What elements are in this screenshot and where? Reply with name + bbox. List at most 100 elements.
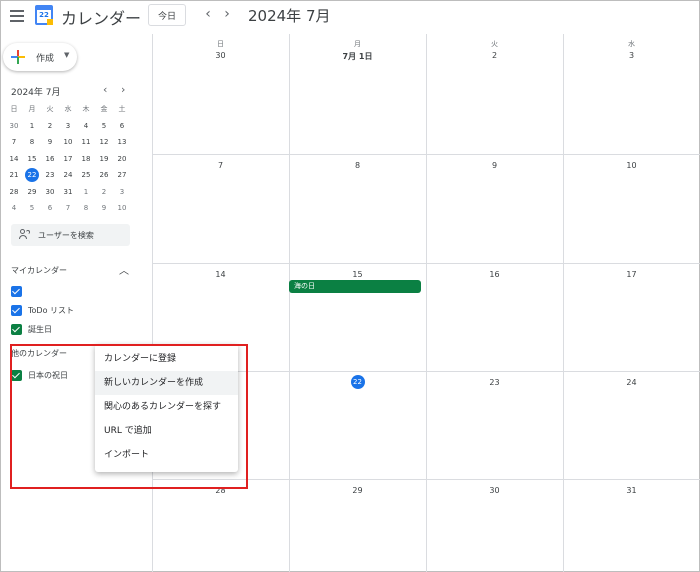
- create-button[interactable]: 作成 ▼: [3, 43, 77, 71]
- mini-day[interactable]: 4: [5, 200, 23, 217]
- mini-day[interactable]: 4: [77, 118, 95, 135]
- current-month-title: 2024年 7月: [248, 7, 331, 25]
- mini-weekday-label: 日: [10, 105, 18, 113]
- mini-day[interactable]: 10: [59, 134, 77, 151]
- mini-day[interactable]: 25: [77, 167, 95, 184]
- mini-day[interactable]: 3: [59, 118, 77, 135]
- day-number[interactable]: 31: [563, 486, 700, 495]
- day-number[interactable]: 8: [289, 161, 426, 170]
- mini-weekday-label: 月: [28, 105, 36, 113]
- mini-day[interactable]: 13: [113, 134, 131, 151]
- grid-row-divider: [152, 263, 700, 264]
- mini-day[interactable]: 30: [41, 184, 59, 201]
- mini-next-month-icon[interactable]: ›: [121, 83, 125, 96]
- mini-day[interactable]: 7: [5, 134, 23, 151]
- mini-day[interactable]: 9: [95, 200, 113, 217]
- mini-weekday-label: 木: [82, 105, 90, 113]
- mini-calendar: 日月火水木金土 30 1 2 3 4 5 6 7 8 9 10 11 12 13 14 15 16 17 18 19 20…: [5, 101, 133, 217]
- plus-icon: [11, 50, 25, 64]
- day-number[interactable]: 17: [563, 270, 700, 279]
- logo-number: 22: [39, 11, 49, 19]
- mini-day[interactable]: 19: [95, 151, 113, 168]
- next-period-icon[interactable]: ›: [220, 6, 234, 22]
- day-number[interactable]: 14: [152, 270, 289, 279]
- my-calendars-title[interactable]: マイカレンダー: [11, 265, 67, 276]
- mini-day[interactable]: 2: [41, 118, 59, 135]
- mini-day[interactable]: 17: [59, 151, 77, 168]
- mini-day[interactable]: 18: [77, 151, 95, 168]
- mini-day[interactable]: 10: [113, 200, 131, 217]
- mini-day[interactable]: 26: [95, 167, 113, 184]
- create-label: 作成: [36, 54, 55, 64]
- checkbox-checked-icon[interactable]: [11, 324, 22, 335]
- today-date-circle[interactable]: 22: [350, 375, 365, 389]
- event-chip-umi-no-hi[interactable]: 海の日: [289, 280, 421, 293]
- hamburger-menu-icon[interactable]: [10, 10, 24, 22]
- mini-day[interactable]: 24: [59, 167, 77, 184]
- checkbox-checked-icon[interactable]: [11, 305, 22, 316]
- day-number[interactable]: 30: [426, 486, 563, 495]
- mini-day[interactable]: 23: [41, 167, 59, 184]
- calendar-label: ToDo リスト: [28, 306, 75, 315]
- mini-day[interactable]: 27: [113, 167, 131, 184]
- mini-weekday-label: 土: [118, 105, 126, 113]
- mini-day[interactable]: 1: [77, 184, 95, 201]
- mini-day[interactable]: 31: [59, 184, 77, 201]
- mini-day[interactable]: 6: [41, 200, 59, 217]
- mini-calendar-title: 2024年 7月: [11, 88, 61, 98]
- mini-day[interactable]: 6: [113, 118, 131, 135]
- mini-day[interactable]: 14: [5, 151, 23, 168]
- mini-day[interactable]: 15: [23, 151, 41, 168]
- day-number[interactable]: 15: [289, 270, 426, 279]
- mini-weekday-label: 金: [100, 105, 108, 113]
- top-bar: 22 カレンダー 今日 ‹ › 2024年 7月: [0, 0, 700, 34]
- mini-day[interactable]: 21: [5, 167, 23, 184]
- today-button[interactable]: 今日: [148, 4, 186, 26]
- mini-day[interactable]: 5: [95, 118, 113, 135]
- mini-day[interactable]: 8: [23, 134, 41, 151]
- mini-day[interactable]: 1: [23, 118, 41, 135]
- mini-weekday-label: 水: [64, 105, 72, 113]
- grid-row-divider: [152, 154, 700, 155]
- chevron-up-icon[interactable]: ︿: [119, 262, 129, 277]
- day-number[interactable]: 7月 1日: [289, 51, 426, 62]
- highlight-annotation-box: [10, 344, 248, 489]
- weekday-header: 月: [354, 40, 361, 48]
- mini-day[interactable]: 12: [95, 134, 113, 151]
- month-grid: 日月火水307月 1日23789101415161721222324282930…: [152, 34, 700, 572]
- search-users-label: ユーザーを検索: [38, 231, 94, 240]
- weekday-header: 火: [491, 40, 498, 48]
- day-number[interactable]: 9: [426, 161, 563, 170]
- mini-day[interactable]: 5: [23, 200, 41, 217]
- day-number[interactable]: 24: [563, 378, 700, 387]
- mini-day[interactable]: 29: [23, 184, 41, 201]
- mini-day[interactable]: 9: [41, 134, 59, 151]
- day-number[interactable]: 2: [426, 51, 563, 60]
- mini-day[interactable]: 7: [59, 200, 77, 217]
- day-number[interactable]: 3: [563, 51, 700, 60]
- mini-day[interactable]: 11: [77, 134, 95, 151]
- calendar-logo-icon: 22: [35, 5, 53, 25]
- weekday-header: 水: [628, 40, 635, 48]
- mini-day[interactable]: 28: [5, 184, 23, 201]
- day-number[interactable]: 7: [152, 161, 289, 170]
- mini-day[interactable]: 8: [77, 200, 95, 217]
- mini-day[interactable]: 30: [5, 118, 23, 135]
- search-users-field[interactable]: ユーザーを検索: [11, 224, 130, 246]
- mini-weekday-label: 火: [46, 105, 54, 113]
- mini-day[interactable]: 16: [41, 151, 59, 168]
- mini-prev-month-icon[interactable]: ‹: [103, 83, 107, 96]
- prev-period-icon[interactable]: ‹: [201, 6, 215, 22]
- calendar-label: 誕生日: [28, 325, 52, 334]
- mini-day[interactable]: 3: [113, 184, 131, 201]
- day-number[interactable]: 29: [289, 486, 426, 495]
- caret-down-icon: ▼: [64, 51, 70, 59]
- day-number[interactable]: 23: [426, 378, 563, 387]
- day-number[interactable]: 30: [152, 51, 289, 60]
- mini-day[interactable]: 20: [113, 151, 131, 168]
- day-number[interactable]: 10: [563, 161, 700, 170]
- mini-day[interactable]: 2: [95, 184, 113, 201]
- mini-day-selected[interactable]: 22: [23, 167, 41, 184]
- checkbox-checked-icon[interactable]: [11, 286, 22, 297]
- day-number[interactable]: 16: [426, 270, 563, 279]
